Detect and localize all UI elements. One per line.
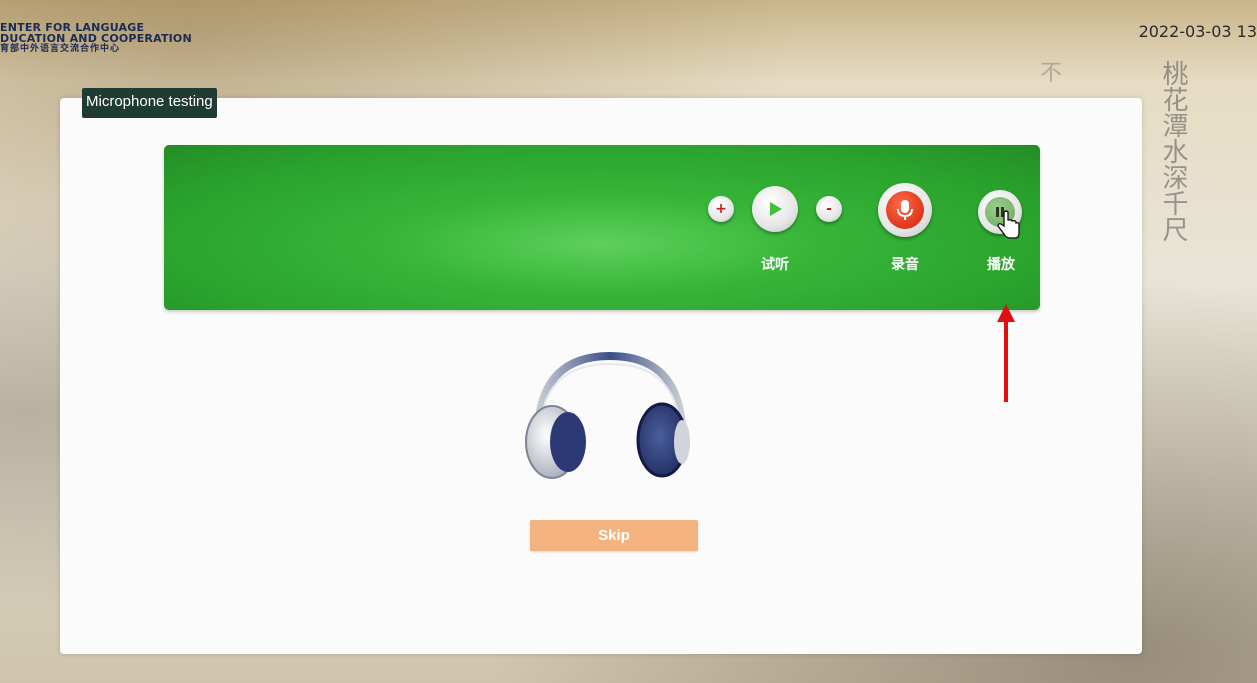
background-calligraphy-left: 不	[1040, 61, 1063, 86]
minus-icon: -	[826, 201, 832, 217]
microphone-icon	[897, 200, 913, 220]
play-label: 播放	[987, 257, 1015, 273]
skip-button[interactable]: Skip	[530, 520, 698, 551]
logo-line-3: 育部中外语言交流合作中心	[0, 44, 121, 54]
record-label: 录音	[891, 257, 919, 273]
record-button-face	[886, 191, 924, 229]
plus-icon: +	[715, 201, 727, 217]
logo-line-2: DUCATION AND COOPERATION	[0, 32, 192, 45]
play-icon	[770, 202, 782, 216]
background-calligraphy: 桃花潭水深千尺	[1158, 60, 1188, 242]
listen-label: 试听	[761, 257, 789, 273]
organization-logo: ENTER FOR LANGUAGE DUCATION AND COOPERAT…	[0, 22, 192, 55]
headphones-icon	[525, 351, 690, 479]
arrow-up-icon	[997, 304, 1015, 402]
dialog-title: Microphone testing	[82, 88, 217, 118]
listen-button[interactable]	[752, 186, 798, 232]
volume-down-button[interactable]: -	[816, 196, 842, 222]
datetime: 2022-03-03 13	[1138, 22, 1257, 41]
volume-up-button[interactable]: +	[708, 196, 734, 222]
cursor-icon	[997, 210, 1020, 239]
record-button[interactable]	[878, 183, 932, 237]
